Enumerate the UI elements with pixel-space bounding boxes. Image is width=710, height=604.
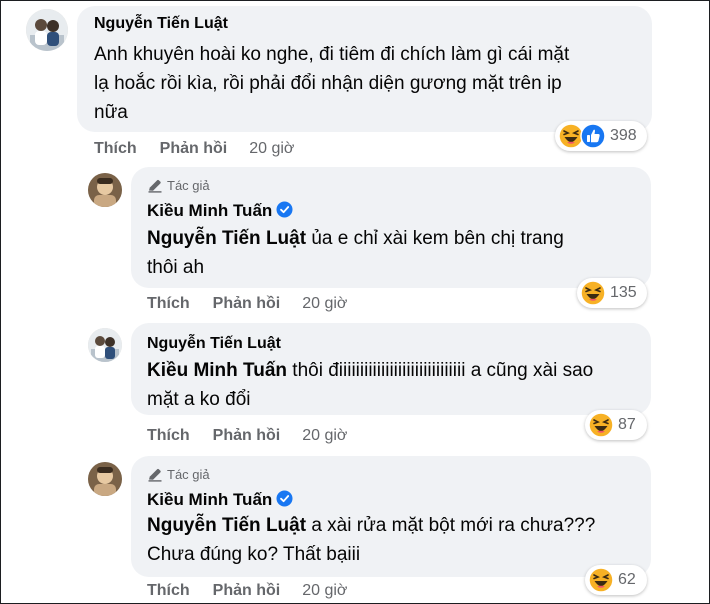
mention-link[interactable]: Nguyễn Tiến Luật <box>147 228 306 249</box>
reaction-count: 87 <box>618 416 636 433</box>
mention-link[interactable]: Nguyễn Tiến Luật <box>147 515 306 536</box>
comment-actions: Thích Phản hồi 20 giờ <box>94 140 294 158</box>
comment-line: ủa e chỉ xài kem bên chị trang <box>306 228 564 249</box>
comment-author-name[interactable]: Kiều Minh Tuấn <box>147 490 272 509</box>
like-icon <box>580 123 606 149</box>
avatar-photo-icon <box>88 173 122 207</box>
comment-actions: Thích Phản hồi 20 giờ <box>147 295 347 313</box>
avatar[interactable] <box>88 173 122 207</box>
comment-line: a xài rửa mặt bột mới ra chưa??? <box>306 515 596 536</box>
comment-line: thôi điiiiiiiiiiiiiiiiiiiiiiiiiiiiii a c… <box>287 360 594 381</box>
comment-line: Anh khuyên hoài ko nghe, đi tiêm đi chíc… <box>94 44 570 65</box>
reaction-summary[interactable]: 62 <box>585 565 647 595</box>
comment-author[interactable]: Nguyễn Tiến Luật <box>94 15 228 33</box>
reaction-count: 62 <box>618 571 636 588</box>
timestamp[interactable]: 20 giờ <box>302 295 347 313</box>
comment-thread: Nguyễn Tiến Luật Anh khuyên hoài ko nghe… <box>0 0 710 604</box>
mention-link[interactable]: Kiều Minh Tuấn <box>147 360 287 381</box>
author-badge: Tác giả <box>147 467 210 482</box>
like-link[interactable]: Thích <box>94 140 137 158</box>
author-badge: Tác giả <box>147 178 210 193</box>
comment-author-name[interactable]: Kiều Minh Tuấn <box>147 201 272 220</box>
author-badge-label: Tác giả <box>167 178 210 193</box>
comment-author[interactable]: Kiều Minh Tuấn <box>147 201 293 221</box>
comment-author[interactable]: Kiều Minh Tuấn <box>147 490 293 510</box>
comment-line: lạ hoắc rồi kìa, rồi phải đổi nhận diện … <box>94 73 562 94</box>
comment-line: mặt a ko đổi <box>147 389 251 410</box>
timestamp[interactable]: 20 giờ <box>249 140 294 158</box>
avatar[interactable] <box>26 9 68 51</box>
avatar[interactable] <box>88 462 122 496</box>
reply-link[interactable]: Phản hồi <box>213 295 281 313</box>
reply-link[interactable]: Phản hồi <box>213 582 281 600</box>
reply-link[interactable]: Phản hồi <box>213 427 281 445</box>
reaction-summary[interactable]: 398 <box>555 121 647 151</box>
reply-link[interactable]: Phản hồi <box>160 140 228 158</box>
avatar-photo-icon <box>88 328 122 362</box>
comment-line: thôi ah <box>147 257 205 278</box>
comment-actions: Thích Phản hồi 20 giờ <box>147 427 347 445</box>
comment-text: Anh khuyên hoài ko nghe, đi tiêm đi chíc… <box>94 40 644 127</box>
timestamp[interactable]: 20 giờ <box>302 582 347 600</box>
avatar[interactable] <box>88 328 122 362</box>
pencil-icon <box>148 179 162 193</box>
haha-icon <box>580 280 606 306</box>
timestamp[interactable]: 20 giờ <box>302 427 347 445</box>
like-link[interactable]: Thích <box>147 295 190 313</box>
reaction-summary[interactable]: 135 <box>577 278 647 308</box>
reaction-count: 135 <box>610 284 637 301</box>
reaction-summary[interactable]: 87 <box>585 410 647 440</box>
comment-actions: Thích Phản hồi 20 giờ <box>147 582 347 600</box>
haha-icon <box>588 567 614 593</box>
avatar-photo-icon <box>26 9 68 51</box>
comment-text: Kiều Minh Tuấn thôi điiiiiiiiiiiiiiiiiii… <box>147 356 642 414</box>
avatar-photo-icon <box>88 462 122 496</box>
comment-author[interactable]: Nguyễn Tiến Luật <box>147 335 281 353</box>
verified-badge-icon <box>276 490 293 507</box>
author-badge-label: Tác giả <box>167 467 210 482</box>
reaction-count: 398 <box>610 127 637 144</box>
haha-icon <box>588 412 614 438</box>
pencil-icon <box>148 468 162 482</box>
like-link[interactable]: Thích <box>147 582 190 600</box>
verified-badge-icon <box>276 201 293 218</box>
comment-text: Nguyễn Tiến Luật ủa e chỉ xài kem bên ch… <box>147 224 642 282</box>
comment-text: Nguyễn Tiến Luật a xài rửa mặt bột mới r… <box>147 511 642 569</box>
comment-line: Chưa đúng ko? Thất bạiii <box>147 544 361 565</box>
like-link[interactable]: Thích <box>147 427 190 445</box>
